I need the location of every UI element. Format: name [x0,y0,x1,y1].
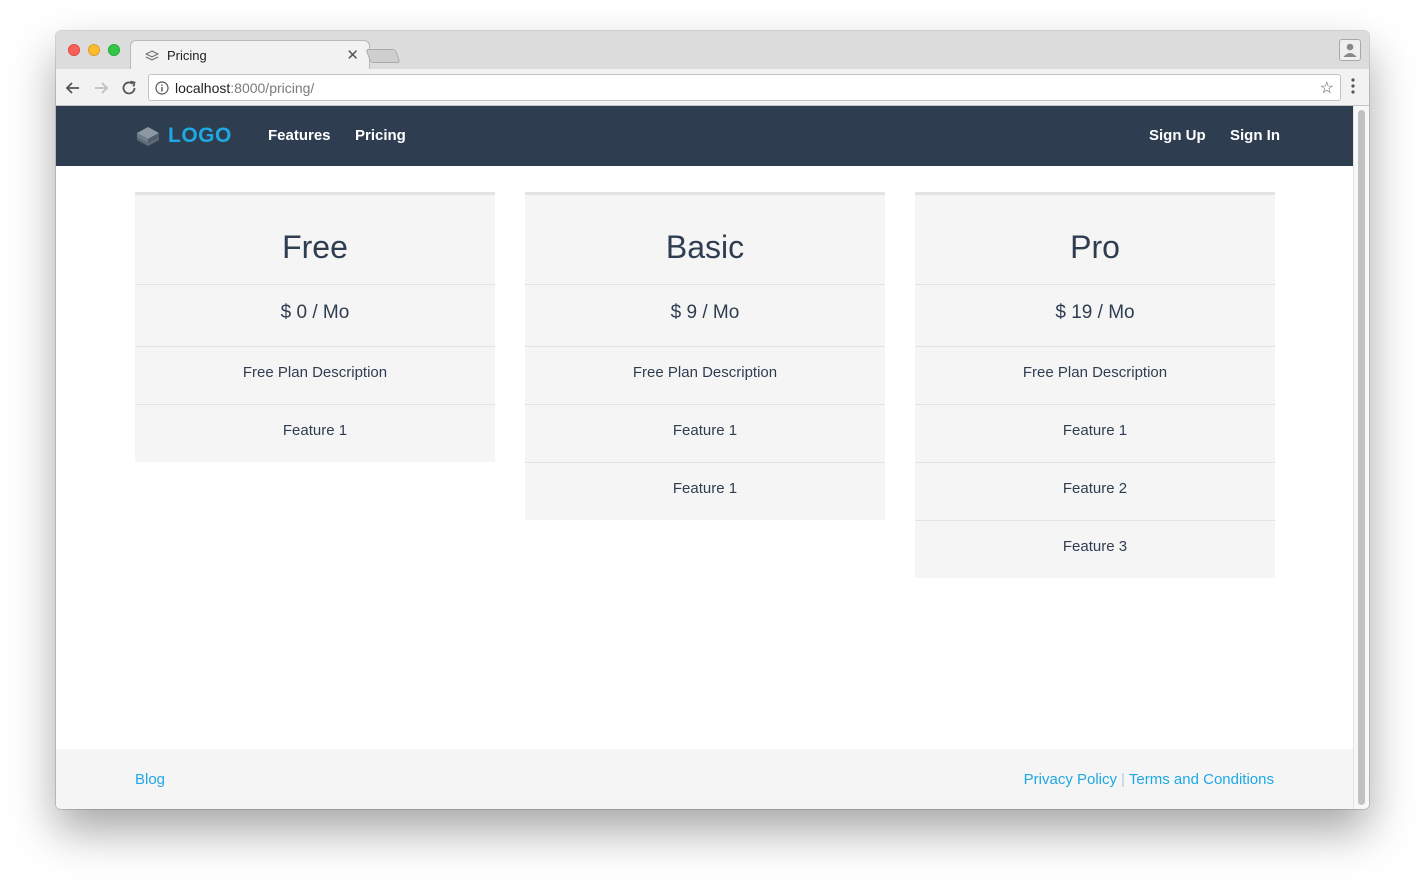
site-navbar: LOGO Features Pricing Sign Up Sign In [56,106,1353,166]
address-bar[interactable]: localhost:8000/pricing/ ☆ [148,74,1341,101]
plan-description: Free Plan Description [915,347,1275,405]
profile-button[interactable] [1339,39,1361,61]
plan-feature: Feature 1 [1062,422,1128,439]
plan-price: $ 19 / Mo [915,285,1275,347]
plan-price: $ 9 / Mo [525,285,885,347]
info-icon[interactable] [155,81,169,95]
nav-link-features[interactable]: Features [268,127,331,144]
page-viewport: LOGO Features Pricing Sign Up Sign In Fr… [56,106,1353,809]
site-footer: Blog Privacy Policy | Terms and Conditions [56,749,1353,809]
logo-text[interactable]: LOGO [168,124,232,148]
nav-link-pricing[interactable]: Pricing [355,127,406,144]
footer-link-privacy[interactable]: Privacy Policy [1024,771,1117,788]
tab-title: Pricing [167,48,207,63]
plan-title: Basic [525,195,885,285]
plan-card-pro: Pro $ 19 / Mo Free Plan Description Feat… [915,192,1275,578]
footer-link-blog[interactable]: Blog [135,771,165,788]
close-icon[interactable]: ✕ [346,46,359,64]
footer-legal-links: Privacy Policy | Terms and Conditions [1024,771,1274,789]
footer-link-terms[interactable]: Terms and Conditions [1129,771,1274,788]
close-window-button[interactable] [68,44,80,56]
page-scrollbar[interactable] [1353,106,1369,809]
browser-tab[interactable]: Pricing ✕ [130,40,370,70]
footer-separator: | [1121,771,1125,788]
reload-icon[interactable] [120,79,138,97]
plan-card-basic: Basic $ 9 / Mo Free Plan Description Fea… [525,192,885,520]
layers-icon[interactable] [135,125,161,149]
plan-feature: Feature 1 [672,422,738,439]
minimize-window-button[interactable] [88,44,100,56]
plan-title: Free [135,195,495,285]
plan-card-free: Free $ 0 / Mo Free Plan Description Feat… [135,192,495,462]
nav-link-sign-up[interactable]: Sign Up [1149,127,1206,144]
vertical-dots-icon[interactable] [1351,77,1355,95]
star-icon[interactable]: ☆ [1320,78,1334,98]
layers-icon [145,50,159,61]
plan-feature: Feature 3 [915,520,1275,578]
plan-feature: Feature 2 [915,462,1275,520]
url-path: :8000/pricing/ [230,80,315,96]
scrollbar-thumb[interactable] [1358,110,1365,805]
plan-feature: Feature 1 [282,422,348,439]
browser-toolbar: localhost:8000/pricing/ ☆ [56,69,1369,106]
plan-title: Pro [915,195,1275,285]
tab-strip: Pricing ✕ [56,31,1369,70]
arrow-right-icon[interactable] [92,79,110,97]
maximize-window-button[interactable] [108,44,120,56]
nav-link-sign-in[interactable]: Sign In [1230,127,1280,144]
plan-feature: Feature 1 [525,462,885,520]
url-host: localhost [175,80,231,96]
plan-price: $ 0 / Mo [135,285,495,347]
plan-description: Free Plan Description [135,347,495,405]
url-text: localhost:8000/pricing/ [175,80,314,96]
plan-description: Free Plan Description [525,347,885,405]
person-icon [1343,43,1357,57]
arrow-left-icon[interactable] [64,79,82,97]
browser-window: Pricing ✕ localhost:8000/pricing/ ☆ LOGO… [56,31,1369,809]
new-tab-button[interactable] [365,49,401,63]
